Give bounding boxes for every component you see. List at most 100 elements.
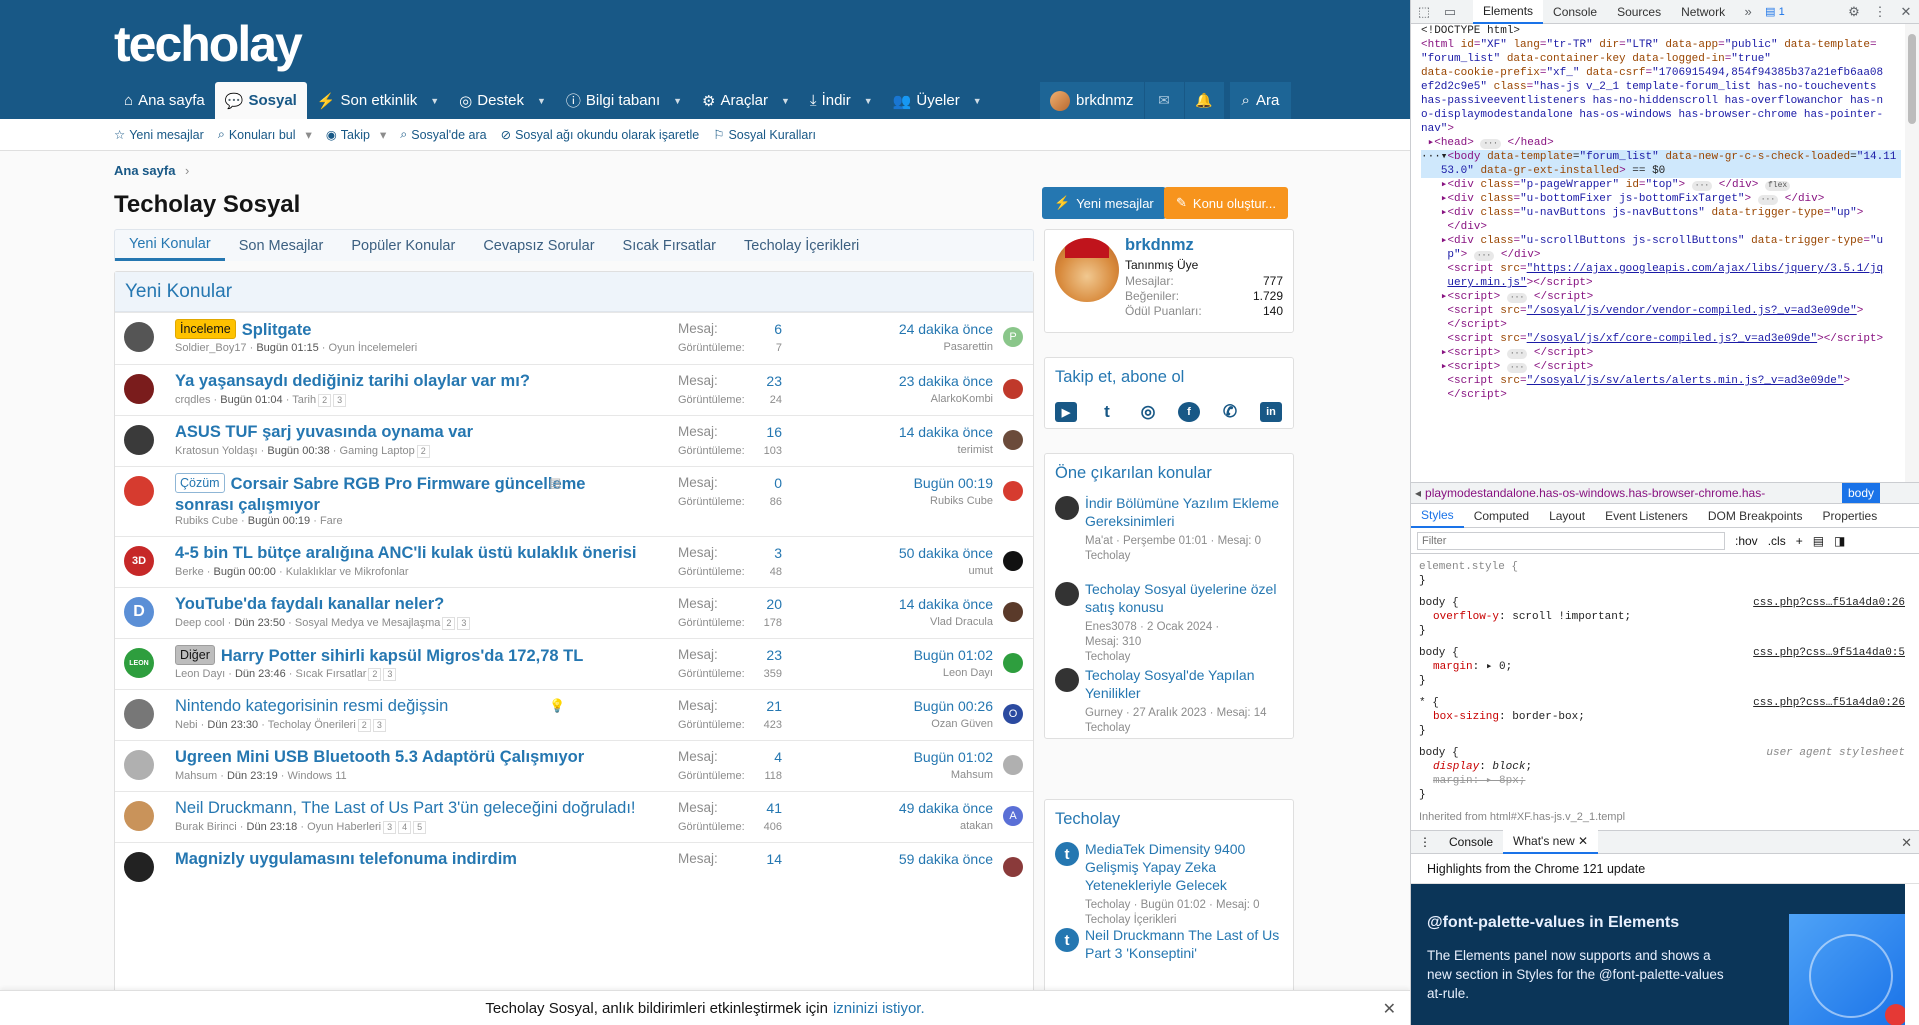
- last-post-user[interactable]: AlarkoKombi: [899, 393, 993, 405]
- thread-date[interactable]: Dün 23:50: [234, 617, 285, 629]
- tab-3[interactable]: Cevapsız Sorular: [469, 230, 608, 261]
- last-post-time[interactable]: Bugün 01:02: [914, 749, 993, 765]
- thread-forum[interactable]: Techolay Önerileri: [268, 719, 356, 731]
- page-link[interactable]: 4: [398, 821, 412, 834]
- thread-title-text[interactable]: Nintendo kategorisinin resmi değişsin: [175, 697, 448, 715]
- last-poster-avatar[interactable]: [1003, 602, 1023, 622]
- thread-row[interactable]: LEON Diğer Harry Potter sihirli kapsül Mig…: [115, 638, 1033, 689]
- dom-breadcrumb-path[interactable]: playmodestandalone.has-os-windows.has-br…: [1425, 486, 1765, 500]
- featured-forum[interactable]: Techolay: [1085, 721, 1285, 736]
- thread-prefix[interactable]: Çözüm: [175, 473, 225, 493]
- page-link[interactable]: 2: [442, 617, 456, 630]
- drawer-tab-console[interactable]: Console: [1439, 830, 1503, 854]
- last-post[interactable]: 50 dakika önce umut: [899, 545, 993, 577]
- techolay-item-title[interactable]: MediaTek Dimensity 9400 Gelişmiş Yapay Z…: [1085, 840, 1285, 894]
- thread-author-avatar[interactable]: [124, 750, 154, 780]
- last-poster-avatar[interactable]: [1003, 857, 1023, 877]
- thread-title[interactable]: Neil Druckmann, The Last of Us Part 3'ün…: [175, 798, 645, 819]
- thread-row[interactable]: Magnizly uygulamasını telefonuma indirdi…: [115, 842, 1033, 893]
- settings-icon[interactable]: ⚙: [1841, 0, 1867, 24]
- thread-forum[interactable]: Sıcak Fırsatlar: [295, 668, 366, 680]
- thread-forum[interactable]: Kulaklıklar ve Mikrofonlar: [286, 566, 409, 578]
- last-poster-avatar[interactable]: [1003, 481, 1023, 501]
- facebook-icon[interactable]: f: [1178, 402, 1200, 422]
- thread-author[interactable]: Rubiks Cube: [175, 515, 238, 527]
- subnav-item-4[interactable]: ⊘ Sosyal ağı okundu olarak işaretle: [501, 127, 700, 143]
- thread-forum[interactable]: Oyun Haberleri: [307, 821, 381, 833]
- bell-icon[interactable]: 🔔: [1183, 82, 1224, 119]
- close-drawer-icon[interactable]: ✕: [1901, 835, 1912, 851]
- styles-subtab-3[interactable]: Event Listeners: [1595, 504, 1698, 528]
- thread-row[interactable]: Neil Druckmann, The Last of Us Part 3'ün…: [115, 791, 1033, 842]
- last-post[interactable]: 59 dakika önce: [899, 851, 993, 867]
- styles-filter-input[interactable]: [1417, 531, 1725, 550]
- page-link[interactable]: 2: [318, 394, 332, 407]
- hov-toggle[interactable]: :hov: [1735, 534, 1758, 548]
- last-post-time[interactable]: 23 dakika önce: [899, 373, 993, 389]
- thread-date[interactable]: Dün 23:30: [207, 719, 258, 731]
- last-poster-avatar[interactable]: P: [1003, 327, 1023, 347]
- nav-item-1[interactable]: 💬 Sosyal: [214, 82, 307, 119]
- user-card-name[interactable]: brkdnmz: [1125, 236, 1194, 255]
- thread-row[interactable]: Nintendo kategorisinin resmi değişsin Neb…: [115, 689, 1033, 740]
- user-card-avatar[interactable]: [1055, 238, 1119, 302]
- page-link[interactable]: 5: [413, 821, 427, 834]
- thread-row[interactable]: İnceleme Splitgate Soldier_Boy17 · Bugün 0…: [115, 312, 1033, 363]
- thread-author[interactable]: Deep cool: [175, 617, 225, 629]
- issues-badge[interactable]: ▤ 1: [1765, 5, 1785, 18]
- thread-author[interactable]: crqdles: [175, 394, 210, 406]
- chevron-down-icon[interactable]: ▼: [973, 96, 982, 106]
- thread-title[interactable]: Nintendo kategorisinin resmi değişsin: [175, 696, 645, 717]
- styles-subtab-5[interactable]: Properties: [1813, 504, 1888, 528]
- thread-forum[interactable]: Tarih: [292, 394, 316, 406]
- last-poster-avatar[interactable]: [1003, 755, 1023, 775]
- subnav-item-3[interactable]: ⌕ Sosyal'de ara: [400, 127, 486, 142]
- device-toggle-icon[interactable]: ▭: [1437, 0, 1463, 24]
- paint-icon[interactable]: ▤: [1813, 534, 1824, 548]
- thread-row[interactable]: ASUS TUF şarj yuvasında oynama var Kratos…: [115, 415, 1033, 466]
- styles-pane[interactable]: element.style {} body {css.php?css…f51a4…: [1411, 554, 1905, 828]
- thread-title-text[interactable]: Magnizly uygulamasını telefonuma indirdi…: [175, 850, 517, 868]
- dom-tree[interactable]: <!DOCTYPE html> <html id="XF" lang="tr-T…: [1411, 24, 1901, 482]
- account-button[interactable]: brkdnmz: [1040, 82, 1144, 119]
- thread-title-text[interactable]: YouTube'da faydalı kanallar neler?: [175, 595, 444, 613]
- page-link[interactable]: 3: [333, 394, 347, 407]
- thread-title-text[interactable]: Splitgate: [242, 321, 312, 339]
- twitter-icon[interactable]: t: [1096, 402, 1118, 422]
- chevron-down-icon[interactable]: ▾: [380, 127, 386, 142]
- thread-forum[interactable]: Oyun İncelemeleri: [329, 342, 418, 354]
- thread-title[interactable]: ASUS TUF şarj yuvasında oynama var: [175, 422, 645, 443]
- last-post-time[interactable]: 50 dakika önce: [899, 545, 993, 561]
- last-post-time[interactable]: Bugün 00:19: [914, 475, 993, 491]
- last-post-user[interactable]: Rubiks Cube: [914, 495, 993, 507]
- thread-title[interactable]: Ya yaşansaydı dediğiniz tarihi olaylar v…: [175, 371, 645, 392]
- thread-title[interactable]: 4-5 bin TL bütçe aralığına ANC'li kulak …: [175, 543, 645, 564]
- thread-title-text[interactable]: Ya yaşansaydı dediğiniz tarihi olaylar v…: [175, 372, 530, 390]
- cls-toggle[interactable]: .cls: [1768, 534, 1786, 548]
- styles-subtab-4[interactable]: DOM Breakpoints: [1698, 504, 1813, 528]
- last-post-user[interactable]: terimist: [899, 444, 993, 456]
- last-poster-avatar[interactable]: [1003, 430, 1023, 450]
- thread-title-text[interactable]: Corsair Sabre RGB Pro Firmware güncellem…: [175, 475, 585, 514]
- sidebar-toggle-icon[interactable]: ◨: [1834, 534, 1845, 548]
- thread-title[interactable]: İnceleme Splitgate: [175, 319, 645, 341]
- last-poster-avatar[interactable]: [1003, 653, 1023, 673]
- last-post[interactable]: 14 dakika önce Vlad Dracula: [899, 596, 993, 628]
- last-post-user[interactable]: Pasarettin: [899, 341, 993, 353]
- thread-date[interactable]: Dün 23:18: [247, 821, 298, 833]
- last-post[interactable]: 49 dakika önce atakan: [899, 800, 993, 832]
- nav-item-0[interactable]: ⌂ Ana sayfa: [114, 82, 215, 119]
- dom-scrollbar[interactable]: [1905, 24, 1919, 482]
- nav-item-7[interactable]: 👥 Üyeler ▼: [883, 82, 992, 119]
- thread-title[interactable]: YouTube'da faydalı kanallar neler?: [175, 594, 645, 615]
- breadcrumb-scroll-left-icon[interactable]: ◂: [1411, 486, 1425, 500]
- chevron-down-icon[interactable]: ▼: [673, 96, 682, 106]
- instagram-icon[interactable]: ◎: [1137, 402, 1159, 422]
- thread-title[interactable]: Diğer Harry Potter sihirli kapsül Migros'…: [175, 645, 645, 667]
- last-post-user[interactable]: Mahsum: [914, 769, 993, 781]
- page-link[interactable]: 3: [383, 821, 397, 834]
- dom-breadcrumb-selected[interactable]: body: [1841, 483, 1880, 503]
- create-thread-button[interactable]: ✎ Konu oluştur...: [1164, 187, 1289, 219]
- page-link[interactable]: 2: [357, 719, 371, 732]
- devtools-tab-console[interactable]: Console: [1543, 0, 1607, 24]
